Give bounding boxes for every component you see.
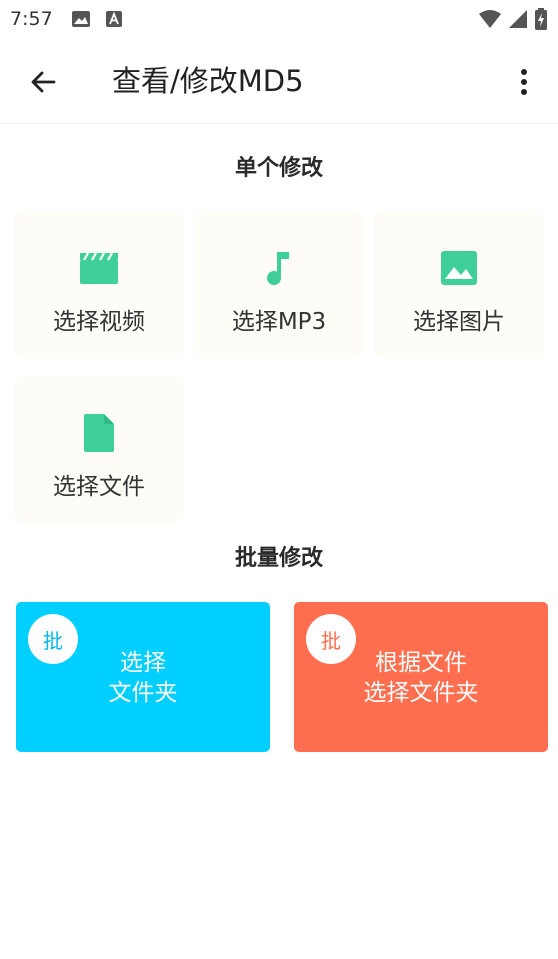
page-title: 查看/修改MD5	[112, 64, 304, 98]
app-bar: 查看/修改MD5	[0, 38, 558, 124]
select-mp3-tile[interactable]: 选择MP3	[194, 210, 364, 358]
card-label-line: 选择	[120, 650, 166, 676]
select-folder-by-file-label: 根据文件 选择文件夹	[294, 648, 548, 708]
select-folder-label: 选择 文件夹	[16, 648, 270, 708]
card-label-line: 选择文件夹	[363, 680, 479, 706]
more-options-button[interactable]	[512, 64, 536, 100]
select-mp3-label: 选择MP3	[231, 309, 327, 335]
select-image-label: 选择图片	[413, 309, 505, 335]
select-video-label: 选择视频	[53, 309, 145, 335]
select-folder-card[interactable]: 批 选择 文件夹	[16, 602, 270, 752]
text-app-icon	[105, 10, 123, 28]
music-note-icon	[265, 248, 293, 288]
status-time: 7:57	[10, 8, 53, 30]
image-icon	[71, 10, 91, 28]
select-file-tile[interactable]: 选择文件	[14, 375, 184, 523]
status-bar: 7:57	[0, 0, 558, 38]
select-file-label: 选择文件	[53, 474, 145, 500]
select-video-tile[interactable]: 选择视频	[14, 210, 184, 358]
battery-charging-icon	[534, 8, 548, 34]
single-section-title: 单个修改	[234, 156, 323, 181]
arrow-back-icon	[31, 71, 56, 93]
card-label-line: 根据文件	[375, 650, 467, 676]
select-folder-by-file-card[interactable]: 批 根据文件 选择文件夹	[294, 602, 548, 752]
video-clapper-icon	[79, 248, 119, 288]
back-button[interactable]	[26, 65, 60, 99]
wifi-icon	[478, 9, 502, 33]
signal-icon	[508, 9, 528, 33]
batch-section-title: 批量修改	[234, 546, 323, 571]
image-icon	[440, 248, 478, 288]
status-right-icons	[478, 8, 548, 34]
more-vert-icon	[521, 69, 527, 95]
file-icon	[82, 413, 116, 453]
card-label-line: 文件夹	[108, 680, 178, 706]
select-image-tile[interactable]: 选择图片	[374, 210, 544, 358]
